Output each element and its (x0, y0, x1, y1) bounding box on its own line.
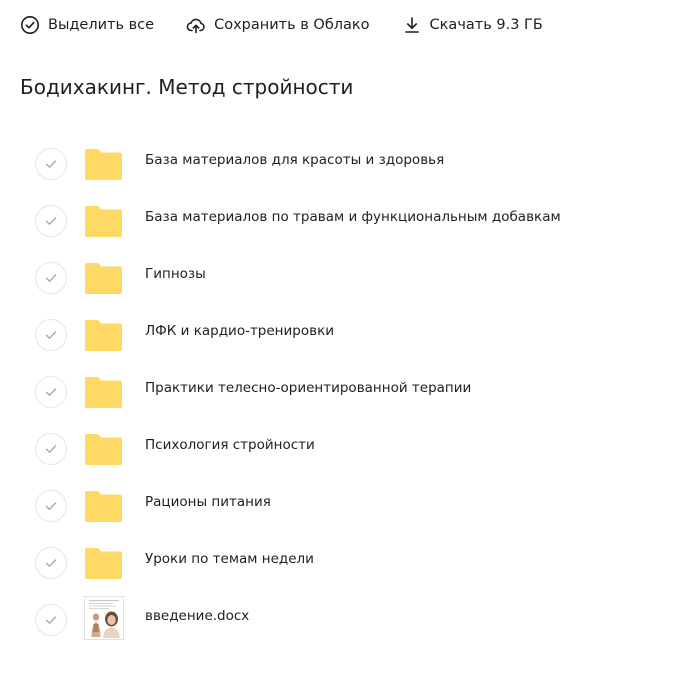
select-all-button[interactable]: Выделить все (20, 12, 154, 38)
file-name: введение.docx (145, 608, 250, 624)
folder-icon (85, 377, 122, 408)
check-icon (45, 559, 57, 567)
check-icon (45, 502, 57, 510)
file-row-folder[interactable]: Уроки по темам недели (0, 534, 700, 591)
file-row-folder[interactable]: Практики телесно-ориентированной терапии (0, 363, 700, 420)
select-checkbox[interactable] (35, 319, 67, 351)
folder-icon (85, 548, 122, 579)
file-name: База материалов по травам и функциональн… (145, 209, 561, 225)
download-label: Скачать 9.3 ГБ (429, 17, 543, 33)
toolbar: Выделить все Сохранить в Облако Скачать … (20, 12, 543, 38)
check-icon (45, 616, 57, 624)
public-folder-page: Выделить все Сохранить в Облако Скачать … (0, 0, 700, 692)
download-icon (404, 17, 419, 33)
download-button[interactable]: Скачать 9.3 ГБ (402, 12, 543, 38)
file-name: База материалов для красоты и здоровья (145, 152, 445, 168)
folder-icon (85, 263, 122, 294)
file-name: Уроки по темам недели (145, 551, 314, 567)
check-icon (45, 388, 57, 396)
folder-icon (85, 434, 122, 465)
cloud-upload-icon (186, 18, 205, 34)
file-row-folder[interactable]: База материалов по травам и функциональн… (0, 192, 700, 249)
folder-icon (85, 149, 122, 180)
file-list: База материалов для красоты и здоровья Б… (0, 135, 700, 648)
check-icon (45, 160, 57, 168)
select-checkbox[interactable] (35, 262, 67, 294)
document-thumbnail (84, 596, 124, 640)
check-circle-icon (21, 16, 39, 34)
file-row-folder[interactable]: База материалов для красоты и здоровья (0, 135, 700, 192)
file-name: Практики телесно-ориентированной терапии (145, 380, 472, 396)
file-name: Психология стройности (145, 437, 315, 453)
select-checkbox[interactable] (35, 490, 67, 522)
select-checkbox[interactable] (35, 433, 67, 465)
file-row-folder[interactable]: Гипнозы (0, 249, 700, 306)
select-checkbox[interactable] (35, 205, 67, 237)
select-checkbox[interactable] (35, 547, 67, 579)
select-all-label: Выделить все (48, 17, 155, 33)
folder-icon (85, 491, 122, 522)
check-icon (45, 217, 57, 225)
file-name: Рационы питания (145, 494, 271, 510)
file-name: ЛФК и кардио-тренировки (145, 323, 334, 339)
save-to-cloud-button[interactable]: Сохранить в Облако (186, 12, 370, 38)
document-preview-icon (85, 597, 123, 639)
select-checkbox[interactable] (35, 376, 67, 408)
folder-icon (85, 320, 122, 351)
file-row-document[interactable]: введение.docx (0, 591, 700, 648)
check-icon (45, 274, 57, 282)
check-icon (45, 331, 57, 339)
file-row-folder[interactable]: Психология стройности (0, 420, 700, 477)
file-row-folder[interactable]: Рационы питания (0, 477, 700, 534)
page-title: Бодихакинг. Метод стройности (20, 75, 354, 99)
select-checkbox[interactable] (35, 604, 67, 636)
save-to-cloud-label: Сохранить в Облако (214, 17, 370, 33)
folder-icon (85, 206, 122, 237)
check-icon (45, 445, 57, 453)
select-checkbox[interactable] (35, 148, 67, 180)
file-name: Гипнозы (145, 266, 206, 282)
file-row-folder[interactable]: ЛФК и кардио-тренировки (0, 306, 700, 363)
